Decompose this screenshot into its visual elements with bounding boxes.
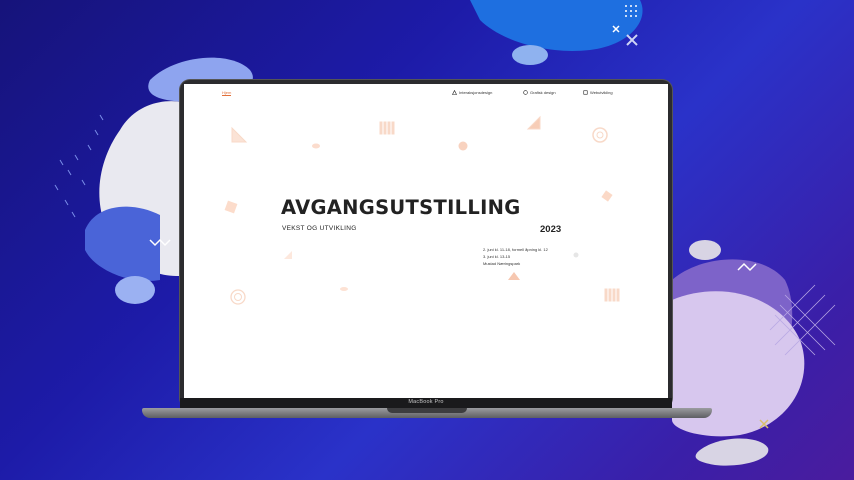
blob-top-blue — [470, 0, 643, 51]
diamond-deco — [224, 200, 238, 214]
square-deco — [601, 190, 613, 202]
blob-right-bottom — [695, 438, 769, 466]
leaf-deco — [340, 287, 348, 291]
dash-pattern-left — [54, 114, 104, 218]
event-subtitle: VEKST OG UTVIKLING — [282, 225, 357, 232]
event-year: 2023 — [540, 224, 562, 235]
blob-right-small — [689, 240, 721, 260]
cross-icon — [626, 34, 638, 46]
event-info-line: Mustad Næringspark — [483, 261, 521, 266]
triangle-deco — [231, 126, 248, 143]
triangle-deco — [284, 251, 292, 259]
laptop-screen: Hjem Interaksjonsdesign Grafisk design W… — [184, 84, 668, 398]
blob-top-small — [512, 45, 548, 65]
event-info-line: 2. juni kl. 11-18, formell åpning kl. 12 — [483, 247, 548, 252]
blob-left-darkblue — [85, 206, 160, 281]
event-info-line: 3. juni kl. 13-15 — [483, 254, 511, 259]
bars-deco — [379, 121, 383, 135]
event-title: AVGANGSUTSTILLING — [281, 196, 521, 219]
leaf-deco — [312, 143, 320, 149]
triangle-deco — [526, 115, 541, 130]
ring-deco — [592, 127, 608, 143]
dot-deco — [573, 252, 579, 258]
ring-deco — [230, 289, 246, 305]
triangle-deco — [508, 272, 520, 280]
screen-decoration — [224, 115, 620, 305]
device-label: MacBook Pro — [408, 399, 444, 405]
bars-deco — [604, 288, 608, 302]
blob-left-small — [115, 276, 155, 304]
dot-deco — [458, 141, 468, 151]
laptop-notch — [387, 408, 467, 413]
